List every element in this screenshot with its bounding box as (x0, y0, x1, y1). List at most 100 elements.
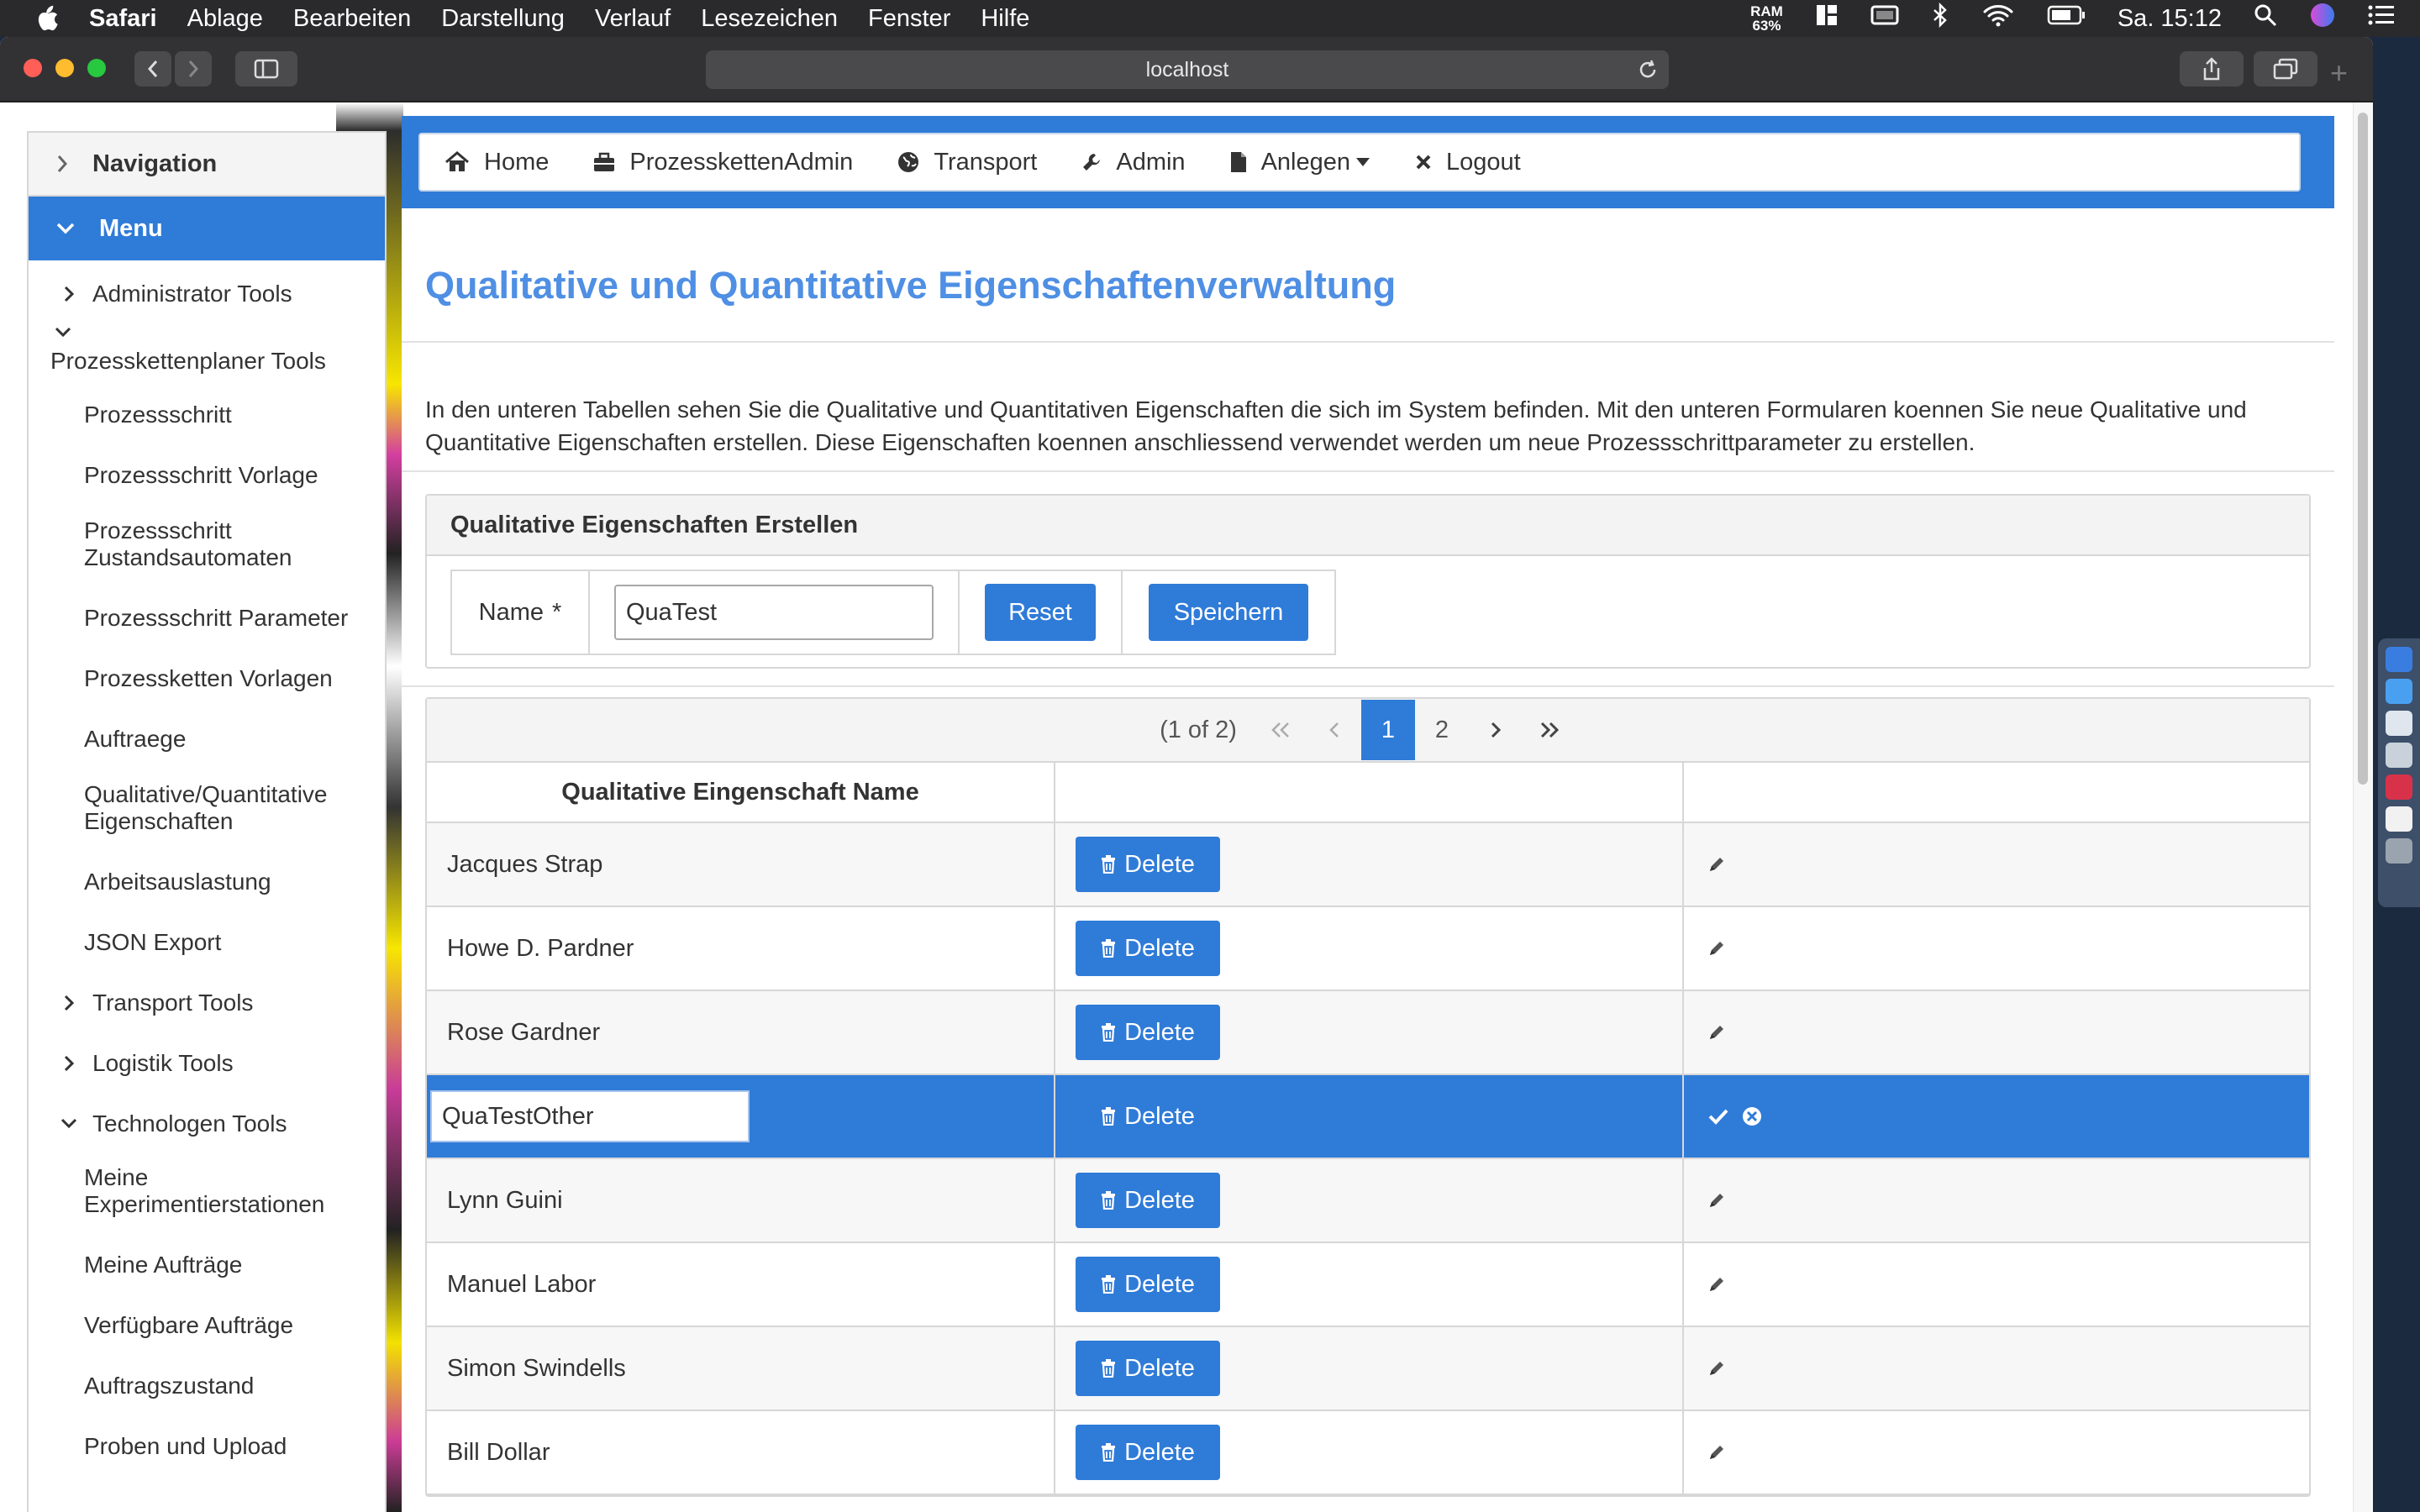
cancel-icon[interactable] (1741, 1105, 1763, 1127)
name-input[interactable]: QuaTest (614, 585, 934, 640)
delete-button[interactable]: Delete (1076, 1257, 1220, 1312)
menu-fenster[interactable]: Fenster (868, 5, 950, 33)
sidebar-item-administrator-tools[interactable]: Administrator Tools (29, 277, 385, 311)
sidebar-item-prozessschritt[interactable]: Prozessschritt (29, 402, 385, 428)
sidebar-item-json-export[interactable]: JSON Export (29, 929, 385, 956)
finder-dock-icon[interactable] (2386, 647, 2412, 672)
delete-button[interactable]: Delete (1076, 921, 1220, 976)
check-icon[interactable] (1707, 1107, 1729, 1126)
tabs-overview-button[interactable] (2254, 51, 2317, 87)
menu-app-safari[interactable]: Safari (89, 5, 157, 33)
reset-button[interactable]: Reset (985, 584, 1096, 641)
address-bar[interactable]: localhost (706, 50, 1669, 89)
last-page-icon[interactable] (1523, 700, 1576, 760)
delete-button[interactable]: Delete (1076, 1173, 1220, 1228)
column-header-name[interactable]: Qualitative Eingenschaft Name (427, 763, 1055, 822)
delete-button[interactable]: Delete (1076, 1005, 1220, 1060)
row-edit-input[interactable]: QuaTestOther (430, 1090, 750, 1142)
ide-dock-icon[interactable] (2386, 774, 2412, 800)
table-row[interactable]: Manuel Labor Delete (427, 1243, 2309, 1327)
sidebar-item-verfuegbare-auftraege[interactable]: Verfügbare Aufträge (29, 1312, 385, 1339)
table-row[interactable]: Lynn Guini Delete (427, 1159, 2309, 1243)
delete-button[interactable]: Delete (1076, 837, 1220, 892)
save-button[interactable]: Speichern (1149, 584, 1308, 641)
page-scrollbar[interactable] (2353, 102, 2373, 1512)
menu-darstellung[interactable]: Darstellung (441, 5, 565, 33)
menu-ablage[interactable]: Ablage (187, 5, 263, 33)
pencil-icon[interactable] (1707, 855, 1726, 874)
menu-lesezeichen[interactable]: Lesezeichen (701, 5, 838, 33)
app-dock-icon[interactable] (2386, 743, 2412, 768)
delete-button[interactable]: Delete (1076, 1341, 1220, 1396)
window-layout-icon[interactable] (1815, 3, 1839, 34)
pencil-icon[interactable] (1707, 1359, 1726, 1378)
sidebar-item-prozessschritt-vorlage[interactable]: Prozessschritt Vorlage (29, 462, 385, 489)
safari-dock-icon[interactable] (2386, 679, 2412, 704)
sidebar-item-prozesskettenplaner-tools[interactable]: Prozesskettenplaner Tools (29, 326, 385, 375)
sidebar-item-prozessschritt-parameter[interactable]: Prozessschritt Parameter (29, 605, 385, 632)
nav-admin[interactable]: Admin (1081, 149, 1186, 176)
pencil-icon[interactable] (1707, 1023, 1726, 1042)
delete-button[interactable]: Delete (1076, 1089, 1220, 1144)
battery-icon[interactable] (2047, 4, 2086, 33)
sidebar-item-arbeitsauslastung[interactable]: Arbeitsauslastung (29, 869, 385, 895)
menu-hilfe[interactable]: Hilfe (981, 5, 1029, 33)
ram-monitor[interactable]: RAM 63% (1750, 4, 1783, 33)
clock[interactable]: Sa. 15:12 (2118, 5, 2222, 33)
nav-home[interactable]: Home (444, 149, 549, 176)
scrollbar-thumb[interactable] (2358, 113, 2368, 785)
zoom-window-button[interactable] (87, 59, 106, 77)
menu-verlauf[interactable]: Verlauf (595, 5, 671, 33)
sidebar-item-technologen-tools[interactable]: Technologen Tools (29, 1107, 385, 1141)
table-row[interactable]: Jacques Strap Delete (427, 823, 2309, 907)
next-page-icon[interactable] (1469, 700, 1523, 760)
nav-anlegen-dropdown[interactable]: Anlegen (1229, 149, 1370, 176)
sidebar-item-meine-experimentierstationen[interactable]: Meine Experimentierstationen (29, 1164, 324, 1218)
menu-bearbeiten[interactable]: Bearbeiten (293, 5, 411, 33)
pencil-icon[interactable] (1707, 1191, 1726, 1210)
navigation-header[interactable]: Navigation (29, 133, 385, 197)
first-page-icon[interactable] (1254, 700, 1307, 760)
delete-button[interactable]: Delete (1076, 1425, 1220, 1480)
apple-icon[interactable] (35, 5, 60, 32)
nav-logout[interactable]: Logout (1414, 149, 1521, 176)
page-2-button[interactable]: 2 (1415, 700, 1469, 760)
pencil-icon[interactable] (1707, 939, 1726, 958)
sidebar-item-auftraege[interactable]: Auftraege (29, 726, 385, 753)
forward-button[interactable] (175, 51, 212, 87)
table-row[interactable]: Bill Dollar Delete (427, 1411, 2309, 1495)
nav-transport[interactable]: Transport (897, 149, 1037, 176)
document-dock-icon[interactable] (2386, 806, 2412, 832)
sidebar-toggle-button[interactable] (235, 51, 297, 87)
sidebar-item-logistik-tools[interactable]: Logistik Tools (29, 1047, 385, 1080)
pencil-icon[interactable] (1707, 1443, 1726, 1462)
table-row[interactable]: Rose Gardner Delete (427, 991, 2309, 1075)
back-button[interactable] (134, 51, 171, 87)
table-row[interactable]: Simon Swindells Delete (427, 1327, 2309, 1411)
sidebar-item-prozessketten-vorlagen[interactable]: Prozessketten Vorlagen (29, 665, 385, 692)
sidebar-item-meine-auftraege[interactable]: Meine Aufträge (29, 1252, 385, 1278)
spotlight-search-icon[interactable] (2254, 3, 2277, 34)
close-window-button[interactable] (24, 59, 42, 77)
page-1-button[interactable]: 1 (1360, 700, 1415, 760)
sidebar-item-qualitative-quantitative-eigenschaften[interactable]: Qualitative/Quantitative Eigenschaften (29, 781, 328, 835)
display-icon[interactable] (1870, 3, 1899, 34)
table-row[interactable]: Howe D. Pardner Delete (427, 907, 2309, 991)
pencil-icon[interactable] (1707, 1275, 1726, 1294)
menu-header[interactable]: Menu (29, 197, 385, 260)
bluetooth-icon[interactable] (1931, 2, 1949, 34)
trash-dock-icon[interactable] (2386, 838, 2412, 864)
sidebar-item-auftragszustand[interactable]: Auftragszustand (29, 1373, 385, 1399)
sidebar-item-proben-und-upload[interactable]: Proben und Upload (29, 1433, 385, 1460)
minimize-window-button[interactable] (55, 59, 74, 77)
notification-center-icon[interactable] (2368, 4, 2395, 33)
nav-prozesskettenadmin[interactable]: ProzesskettenAdmin (592, 149, 853, 176)
share-button[interactable] (2180, 51, 2244, 87)
sidebar-item-prozessschritt-zustandsautomaten[interactable]: Prozessschritt Zustandsautomaten (29, 517, 306, 571)
new-tab-icon[interactable]: + (2330, 55, 2348, 91)
previous-page-icon[interactable] (1307, 700, 1361, 760)
app-dock-icon[interactable] (2386, 711, 2412, 736)
wifi-icon[interactable] (1981, 3, 2015, 34)
sidebar-item-transport-tools[interactable]: Transport Tools (29, 986, 385, 1020)
reload-icon[interactable] (1637, 59, 1659, 87)
